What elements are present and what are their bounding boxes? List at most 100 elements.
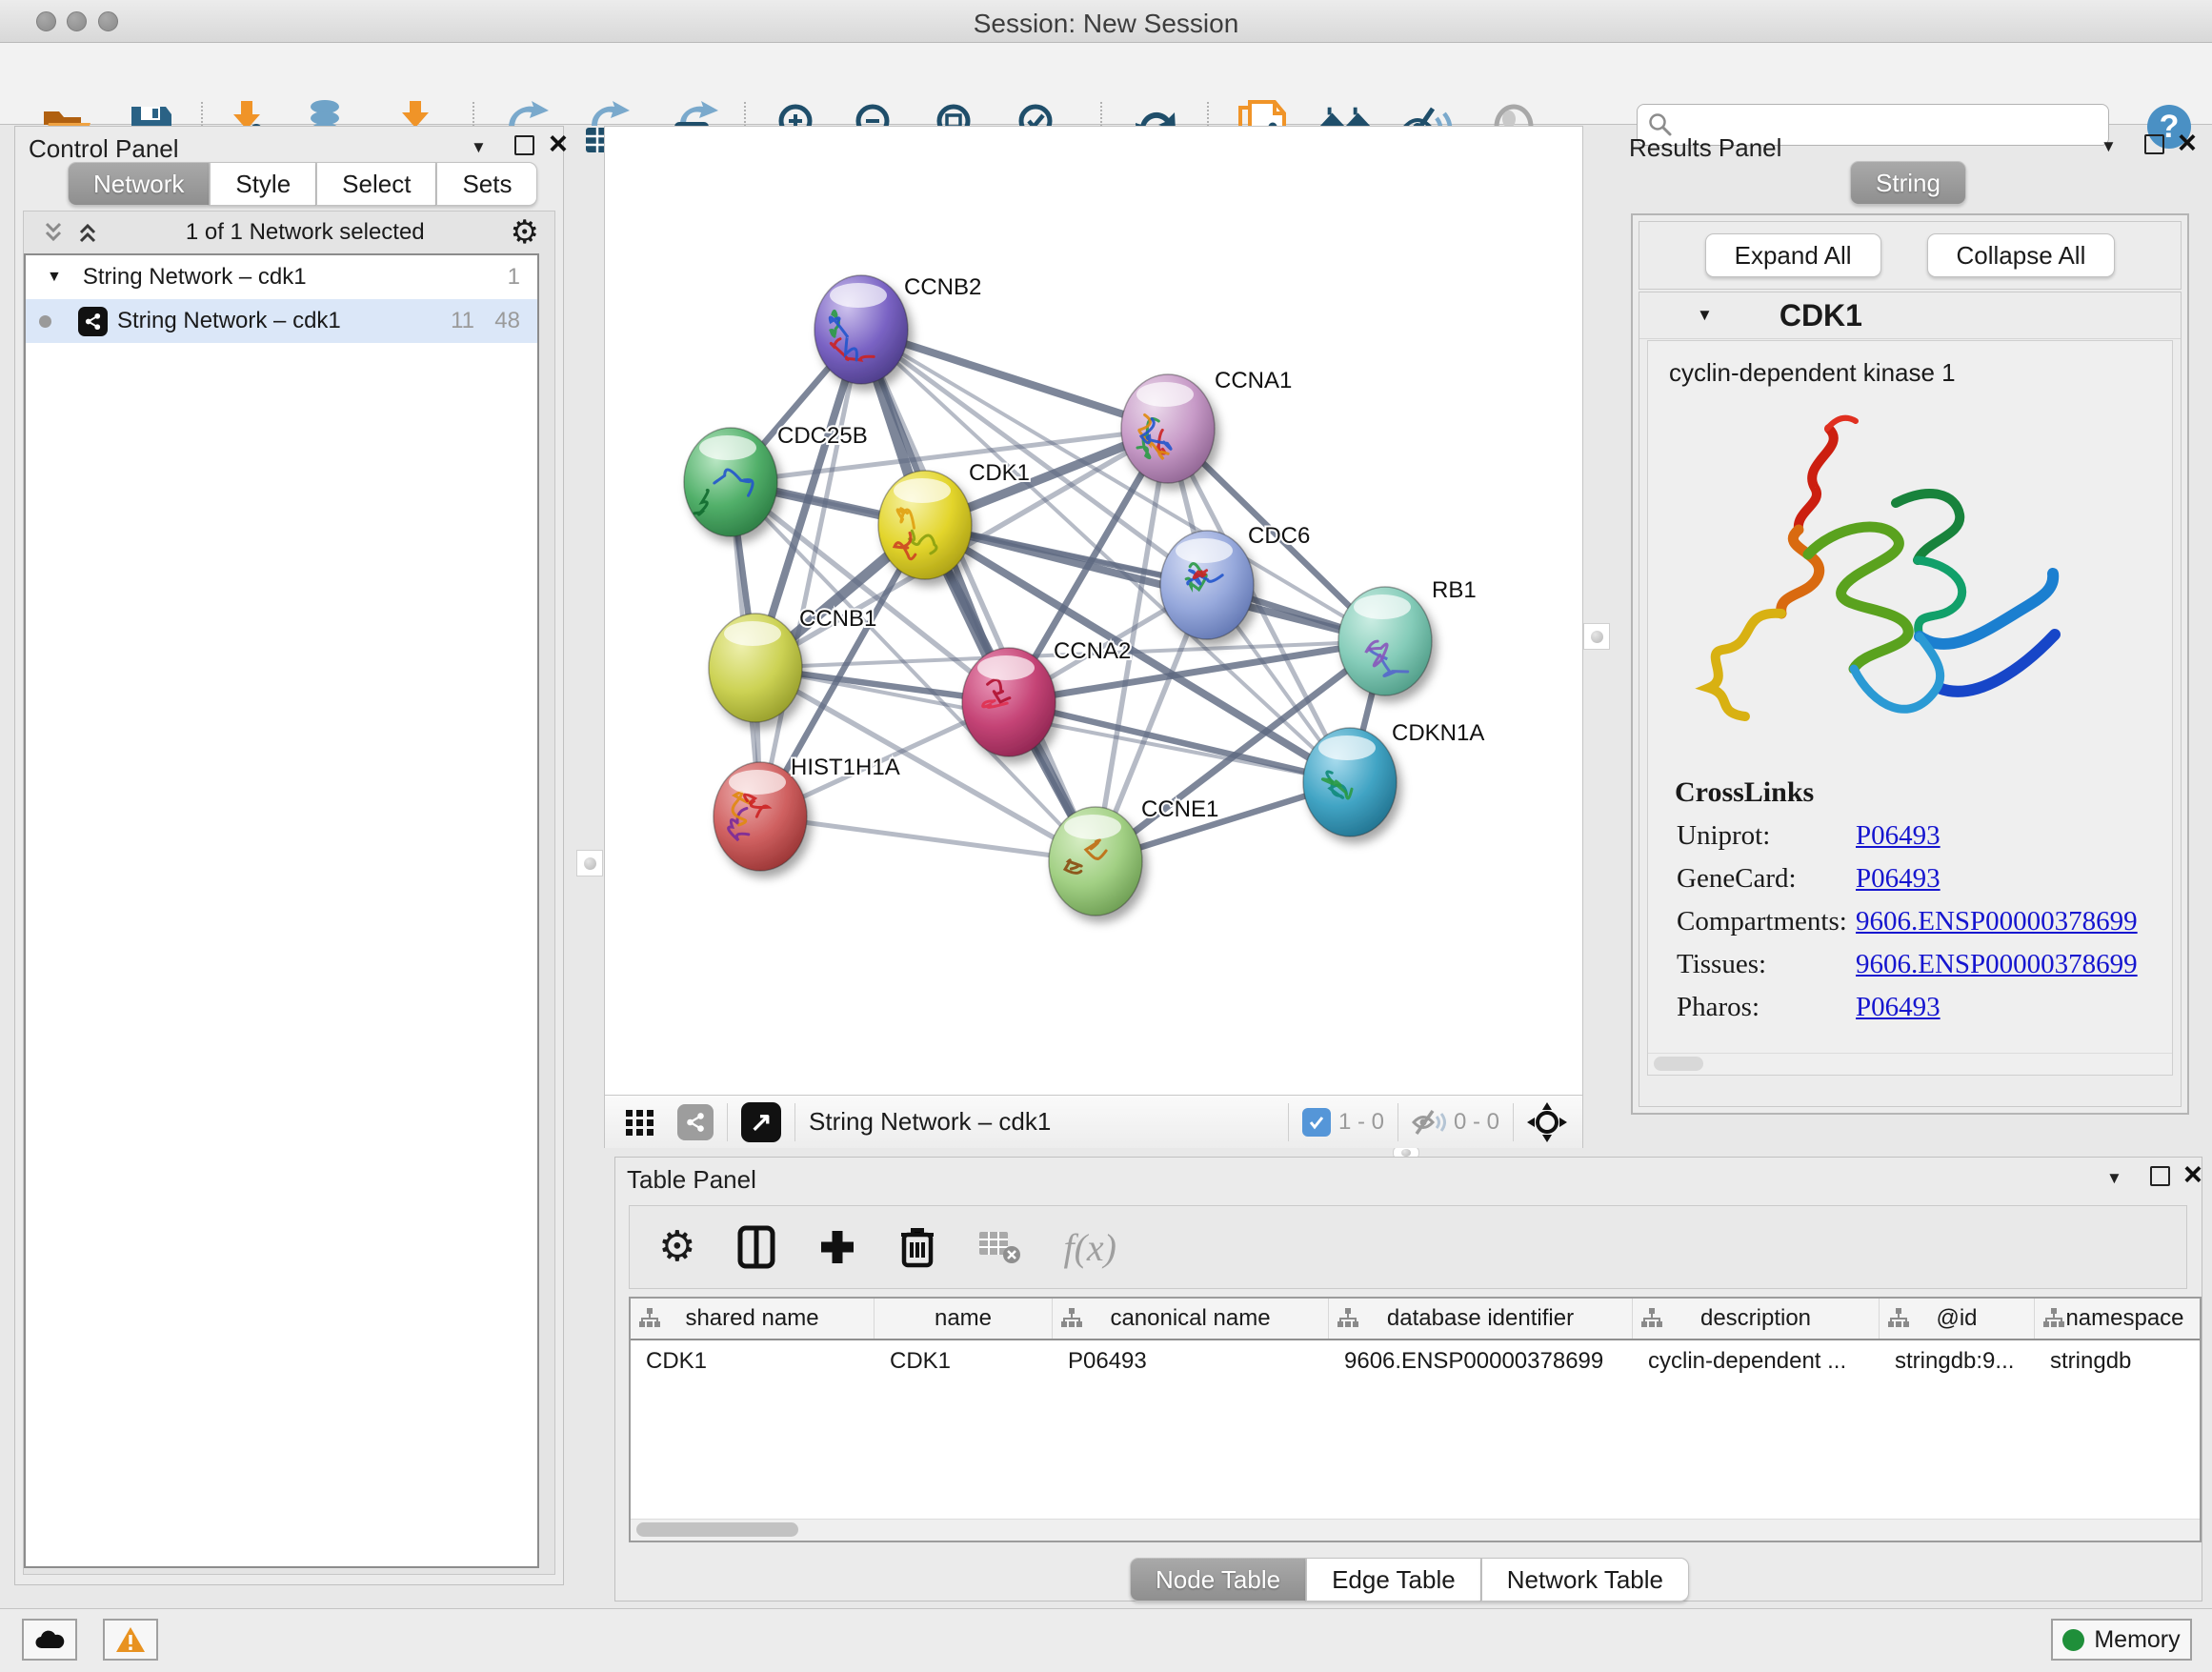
control-panel-menu-icon[interactable]: ▼ bbox=[471, 138, 487, 157]
node-highlight bbox=[699, 435, 756, 460]
table-cell[interactable]: CDK1 bbox=[875, 1340, 1053, 1384]
column-header-canonical-name[interactable]: canonical name bbox=[1053, 1299, 1329, 1339]
network-node-CDKN1A[interactable] bbox=[1303, 728, 1397, 836]
network-node-CCNE1[interactable] bbox=[1049, 807, 1142, 916]
node-label-HIST1H1A: HIST1H1A bbox=[791, 755, 900, 780]
gene-scrollbar[interactable] bbox=[1648, 1053, 2172, 1075]
crosslink-row: GeneCard:P06493 bbox=[1677, 863, 2172, 895]
cloud-button[interactable] bbox=[22, 1619, 77, 1661]
table-panel-menu-icon[interactable]: ▼ bbox=[2106, 1169, 2122, 1188]
control-panel-float-icon[interactable] bbox=[514, 135, 534, 155]
crosslinks-heading: CrossLinks bbox=[1675, 776, 2172, 809]
network-view-footer: ↗ String Network – cdk1 1 - 0 0 - 0 bbox=[605, 1095, 1582, 1148]
function-builder-icon[interactable]: f(x) bbox=[1063, 1225, 1116, 1270]
delete-column-icon[interactable] bbox=[899, 1225, 935, 1269]
crosslink-link[interactable]: P06493 bbox=[1856, 863, 1941, 895]
network-view-title: String Network – cdk1 bbox=[809, 1107, 1051, 1137]
crosslink-link[interactable]: P06493 bbox=[1856, 820, 1941, 852]
warnings-button[interactable] bbox=[103, 1619, 158, 1661]
gene-collapse-icon[interactable]: ▼ bbox=[1697, 306, 1713, 325]
grid-view-icon[interactable] bbox=[624, 1106, 656, 1138]
tab-sets[interactable]: Sets bbox=[436, 162, 537, 206]
collapse-all-button[interactable]: Collapse All bbox=[1927, 233, 2116, 277]
tab-style[interactable]: Style bbox=[210, 162, 316, 206]
expand-all-button[interactable]: Expand All bbox=[1705, 233, 1881, 277]
column-header-label: @id bbox=[1936, 1305, 1977, 1332]
network-node-CDK1[interactable] bbox=[878, 471, 972, 579]
column-header-namespace[interactable]: namespace bbox=[2035, 1299, 2202, 1339]
network-collection-row[interactable]: ▼ String Network – cdk1 1 bbox=[26, 255, 537, 299]
right-splitter-handle[interactable] bbox=[1583, 623, 1610, 650]
tab-string[interactable]: String bbox=[1850, 161, 1966, 205]
results-panel-menu-icon[interactable]: ▼ bbox=[2101, 137, 2117, 156]
column-header-description[interactable]: description bbox=[1633, 1299, 1880, 1339]
network-node-CCNB1[interactable] bbox=[709, 614, 802, 722]
results-panel-close-icon[interactable]: × bbox=[2178, 133, 2197, 152]
node-label-CCNB1: CCNB1 bbox=[799, 606, 876, 632]
tab-node-table[interactable]: Node Table bbox=[1130, 1558, 1306, 1601]
table-cell[interactable]: 9606.ENSP00000378699 bbox=[1329, 1340, 1633, 1384]
results-panel-float-icon[interactable] bbox=[2144, 134, 2164, 154]
tab-edge-table[interactable]: Edge Table bbox=[1306, 1558, 1481, 1601]
gene-section-header[interactable]: ▼ CDK1 bbox=[1639, 292, 2181, 339]
column-header-database-identifier[interactable]: database identifier bbox=[1329, 1299, 1633, 1339]
network-options-gear-icon[interactable]: ⚙ bbox=[511, 218, 539, 247]
node-highlight bbox=[1354, 594, 1411, 619]
crosslinks-list: Uniprot:P06493GeneCard:P06493Compartment… bbox=[1648, 820, 2172, 1023]
column-header-@id[interactable]: @id bbox=[1880, 1299, 2035, 1339]
crosslink-link[interactable]: 9606.ENSP00000378699 bbox=[1856, 906, 2138, 937]
expand-all-chevron-icon[interactable] bbox=[75, 220, 100, 245]
crosslink-link[interactable]: P06493 bbox=[1856, 992, 1941, 1023]
collection-count: 1 bbox=[508, 264, 520, 291]
network-canvas[interactable]: CCNB2CCNA1CDC25BCDK1CDC6RB1CCNB1CCNA2CDK… bbox=[605, 127, 1582, 1095]
results-panel-tabs: String bbox=[1850, 161, 1966, 205]
network-row[interactable]: String Network – cdk1 11 48 bbox=[26, 299, 537, 343]
network-share-icon[interactable] bbox=[677, 1104, 714, 1140]
network-node-CDC25B[interactable] bbox=[684, 428, 777, 536]
table-panel-close-icon[interactable]: × bbox=[2183, 1165, 2202, 1184]
memory-button[interactable]: Memory bbox=[2051, 1619, 2192, 1661]
network-edge[interactable] bbox=[760, 816, 1096, 861]
table-cell[interactable]: CDK1 bbox=[631, 1340, 875, 1384]
hidden-eye-icon[interactable] bbox=[1412, 1107, 1446, 1138]
network-node-count: 11 bbox=[451, 308, 474, 334]
network-graph[interactable]: CCNB2CCNA1CDC25BCDK1CDC6RB1CCNB1CCNA2CDK… bbox=[605, 127, 1582, 1095]
table-options-gear-icon[interactable]: ⚙ bbox=[658, 1228, 695, 1266]
collection-expand-icon[interactable]: ▼ bbox=[47, 269, 62, 286]
network-node-CCNA2[interactable] bbox=[962, 648, 1056, 756]
selected-checkbox-icon[interactable] bbox=[1302, 1108, 1331, 1137]
table-h-scrollbar[interactable] bbox=[631, 1519, 2200, 1541]
table-panel-float-icon[interactable] bbox=[2150, 1166, 2170, 1186]
network-edge[interactable] bbox=[925, 525, 1385, 641]
crosslink-label: Uniprot: bbox=[1677, 820, 1856, 852]
node-highlight bbox=[977, 655, 1035, 680]
table-cell[interactable]: P06493 bbox=[1053, 1340, 1329, 1384]
column-header-name[interactable]: name bbox=[875, 1299, 1053, 1339]
delete-table-icon[interactable] bbox=[977, 1228, 1021, 1266]
tab-select[interactable]: Select bbox=[316, 162, 436, 206]
left-splitter-handle[interactable] bbox=[576, 850, 603, 876]
column-header-label: description bbox=[1700, 1305, 1811, 1332]
control-panel-title: Control Panel bbox=[29, 134, 179, 164]
control-panel-close-icon[interactable]: × bbox=[549, 134, 568, 153]
table-cell[interactable]: stringdb:9... bbox=[1880, 1340, 2035, 1384]
table-cell[interactable]: stringdb bbox=[2035, 1340, 2202, 1384]
table-row[interactable]: CDK1CDK1P064939606.ENSP00000378699cyclin… bbox=[631, 1340, 2200, 1384]
network-node-RB1[interactable] bbox=[1338, 587, 1432, 695]
show-columns-icon[interactable] bbox=[737, 1225, 775, 1269]
column-header-shared-name[interactable]: shared name bbox=[631, 1299, 875, 1339]
table-cell[interactable]: cyclin-dependent ... bbox=[1633, 1340, 1880, 1384]
detach-view-icon[interactable]: ↗ bbox=[741, 1102, 781, 1142]
birds-eye-view-icon[interactable] bbox=[1527, 1102, 1567, 1142]
network-edge[interactable] bbox=[861, 330, 1168, 429]
network-edge-count: 48 bbox=[494, 308, 520, 334]
tab-network-table[interactable]: Network Table bbox=[1481, 1558, 1689, 1601]
network-node-CCNA1[interactable] bbox=[1121, 374, 1215, 483]
crosslink-link[interactable]: 9606.ENSP00000378699 bbox=[1856, 949, 2138, 980]
tab-network[interactable]: Network bbox=[68, 162, 210, 206]
network-edge[interactable] bbox=[861, 330, 1096, 861]
collapse-all-chevron-icon[interactable] bbox=[41, 220, 66, 245]
network-node-CDC6[interactable] bbox=[1160, 531, 1254, 639]
network-node-CCNB2[interactable] bbox=[814, 275, 908, 384]
add-column-icon[interactable] bbox=[817, 1227, 857, 1267]
